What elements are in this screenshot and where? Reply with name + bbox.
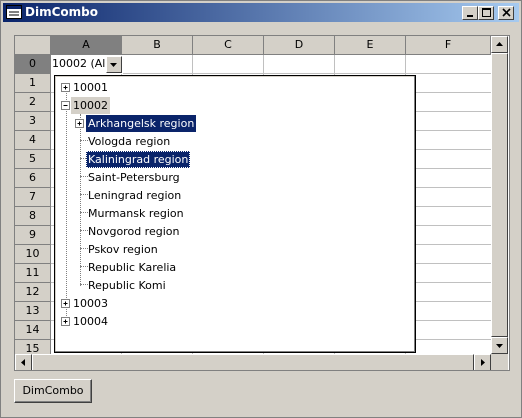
minimize-button[interactable] xyxy=(462,6,478,20)
column-header-b[interactable]: B xyxy=(122,36,193,55)
row-header-6[interactable]: 6 xyxy=(15,169,51,188)
arrow-down-icon xyxy=(496,344,503,348)
dim-combo-value[interactable]: 10002 (All) xyxy=(52,57,106,70)
row-header-5[interactable]: 5 xyxy=(15,150,51,169)
row-header-11[interactable]: 11 xyxy=(15,264,51,283)
tree-collapse-10002[interactable] xyxy=(61,101,70,110)
tree-node-pskov-region[interactable]: Pskov region xyxy=(86,241,160,258)
tree-node-10003[interactable]: 10003 xyxy=(71,295,110,312)
column-header-e[interactable]: E xyxy=(335,36,406,55)
dimcombo-button[interactable]: DimCombo xyxy=(14,379,92,403)
plus-icon xyxy=(63,85,68,90)
dim-combo-dropdown-button[interactable] xyxy=(106,56,122,73)
tree-node-leningrad-region[interactable]: Leningrad region xyxy=(86,187,183,204)
column-header-a[interactable]: A xyxy=(51,36,122,55)
row-header-2[interactable]: 2 xyxy=(15,93,51,112)
row-header-13[interactable]: 13 xyxy=(15,302,51,321)
chevron-down-icon xyxy=(110,63,117,67)
vertical-scroll-thumb[interactable] xyxy=(491,53,508,337)
scrollbar-corner xyxy=(491,354,508,370)
row-header-4[interactable]: 4 xyxy=(15,131,51,150)
tree-line xyxy=(66,88,67,322)
tree-node-10001[interactable]: 10001 xyxy=(71,79,110,96)
arrow-up-icon xyxy=(496,42,503,46)
column-header-c[interactable]: C xyxy=(193,36,264,55)
dimension-tree-popup[interactable]: 10001 10002 Arkhangelsk region Vologda r… xyxy=(54,75,416,353)
tree-node-novgorod-region[interactable]: Novgorod region xyxy=(86,223,181,240)
row-header-9[interactable]: 9 xyxy=(15,226,51,245)
tree-node-kaliningrad-region[interactable]: Kaliningrad region xyxy=(86,151,191,168)
close-icon xyxy=(502,8,511,17)
tree-node-saint-petersburg[interactable]: Saint-Petersburg xyxy=(86,169,182,186)
horizontal-scrollbar[interactable] xyxy=(15,354,491,370)
window-app-icon[interactable] xyxy=(6,5,22,19)
row-header-8[interactable]: 8 xyxy=(15,207,51,226)
tree-node-10004[interactable]: 10004 xyxy=(71,313,110,330)
tree-node-vologda-region[interactable]: Vologda region xyxy=(86,133,172,150)
column-header-d[interactable]: D xyxy=(264,36,335,55)
scroll-left-button[interactable] xyxy=(15,354,32,370)
grid-corner[interactable] xyxy=(15,36,51,55)
vertical-scrollbar[interactable] xyxy=(491,36,508,354)
arrow-right-icon xyxy=(481,359,485,366)
column-header-f[interactable]: F xyxy=(406,36,491,55)
minimize-icon xyxy=(467,15,473,17)
tree-node-republic-komi[interactable]: Republic Komi xyxy=(86,277,168,294)
dim-combo-cell[interactable]: 10002 (All) xyxy=(51,55,123,74)
tree-node-republic-karelia[interactable]: Republic Karelia xyxy=(86,259,178,276)
row-header-1[interactable]: 1 xyxy=(15,74,51,93)
minus-icon xyxy=(63,105,68,106)
row-header-7[interactable]: 7 xyxy=(15,188,51,207)
maximize-icon xyxy=(482,8,491,17)
tree-node-arkhangelsk-region[interactable]: Arkhangelsk region xyxy=(86,115,197,132)
tree-node-murmansk-region[interactable]: Murmansk region xyxy=(86,205,186,222)
scroll-right-button[interactable] xyxy=(474,354,491,370)
tree-expand-10004[interactable] xyxy=(61,317,70,326)
horizontal-scroll-thumb[interactable] xyxy=(32,354,474,370)
app-window: DimCombo A B C D E F 0 1 2 3 4 5 6 7 8 9… xyxy=(0,0,522,418)
scroll-up-button[interactable] xyxy=(491,36,508,53)
plus-icon xyxy=(77,121,82,126)
row-header-12[interactable]: 12 xyxy=(15,283,51,302)
tree-node-10002[interactable]: 10002 xyxy=(71,97,110,114)
scroll-down-button[interactable] xyxy=(491,337,508,354)
tree-expand-10001[interactable] xyxy=(61,83,70,92)
plus-icon xyxy=(63,319,68,324)
maximize-button[interactable] xyxy=(478,6,494,20)
arrow-left-icon xyxy=(21,359,25,366)
row-header-0[interactable]: 0 xyxy=(15,55,51,74)
tree-expand-arkhangelsk[interactable] xyxy=(75,119,84,128)
row-header-14[interactable]: 14 xyxy=(15,321,51,340)
row-header-3[interactable]: 3 xyxy=(15,112,51,131)
tree-expand-10003[interactable] xyxy=(61,299,70,308)
row-header-10[interactable]: 10 xyxy=(15,245,51,264)
close-button[interactable] xyxy=(498,6,514,20)
title-bar[interactable]: DimCombo xyxy=(3,3,519,22)
plus-icon xyxy=(63,301,68,306)
window-title: DimCombo xyxy=(25,5,98,19)
